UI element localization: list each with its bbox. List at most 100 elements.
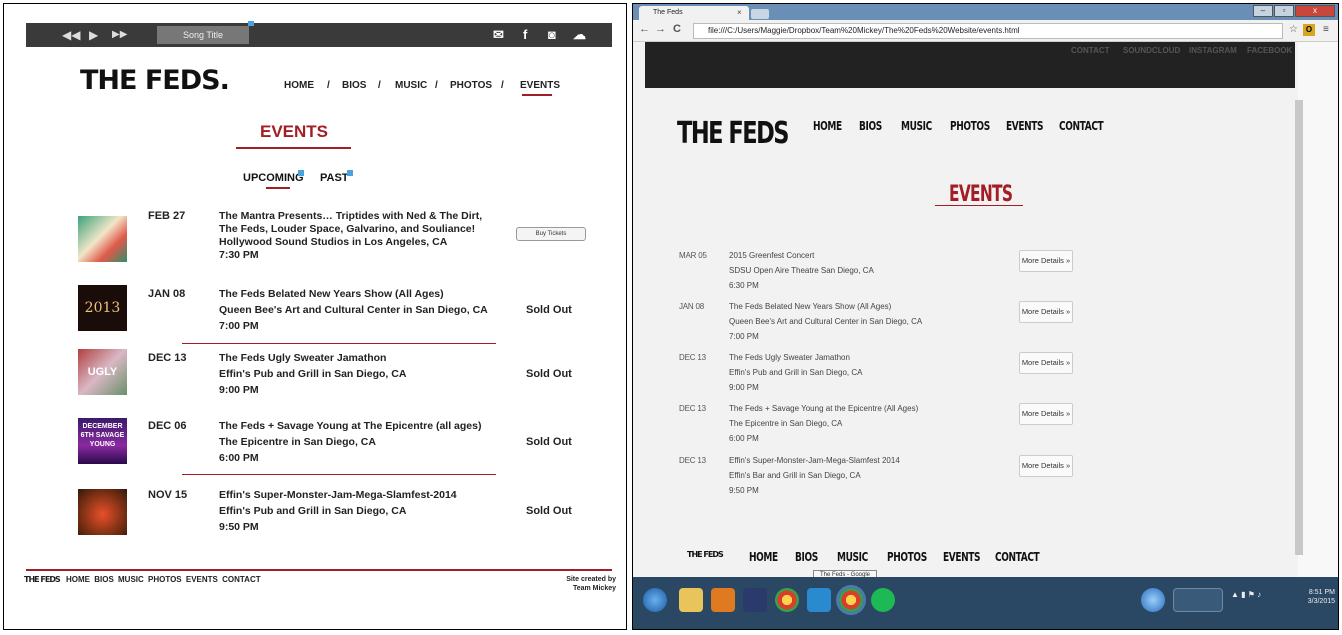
event-time: 6:00 PM — [729, 434, 759, 443]
event-venue: Effin's Pub and Grill in San Diego, CA — [729, 368, 863, 377]
footer-nav-home[interactable]: HOME — [749, 550, 778, 564]
close-tab-icon[interactable]: × — [737, 6, 742, 20]
mockup-panel: ◀◀ ▶ ▶▶ Song Title ✉ f ◙ ☁ THE FEDS. HOM… — [3, 3, 627, 630]
footer-links[interactable]: HOME BIOS MUSIC PHOTOS EVENTS CONTACT — [66, 575, 261, 584]
event-time: 9:00 PM — [729, 383, 759, 392]
topbar-link[interactable]: FACEBOOK — [1247, 46, 1292, 55]
footer-logo[interactable]: THE FEDS — [687, 550, 724, 559]
nav-bios[interactable]: BIOS — [342, 80, 366, 91]
nav-photos[interactable]: PHOTOS — [950, 119, 990, 133]
explorer-icon[interactable] — [679, 588, 703, 612]
soundcloud-icon[interactable]: ☁ — [573, 26, 586, 44]
instagram-icon[interactable]: ◙ — [548, 26, 556, 44]
system-tray-icons[interactable]: ▲ ▮ ⚑ ♪ — [1231, 590, 1261, 599]
event-time: 9:50 PM — [729, 486, 759, 495]
event-title: The Feds Belated New Years Show (All Age… — [729, 302, 892, 311]
start-button[interactable] — [643, 588, 667, 612]
nav-music[interactable]: MUSIC — [901, 119, 932, 133]
tab-marker — [298, 170, 304, 176]
footer-nav-contact[interactable]: CONTACT — [995, 550, 1040, 564]
spotify-icon[interactable] — [871, 588, 895, 612]
tab-upcoming[interactable]: UPCOMING — [243, 172, 304, 184]
event-date: DEC 13 — [679, 353, 706, 362]
event-time: 7:30 PM — [219, 249, 259, 261]
nav-bios[interactable]: BIOS — [859, 119, 882, 133]
tab-past[interactable]: PAST — [320, 172, 349, 184]
back-icon[interactable]: ← — [639, 23, 650, 35]
footer-nav-photos[interactable]: PHOTOS — [887, 550, 927, 564]
site-logo[interactable]: THE FEDS. — [80, 65, 230, 96]
bookmark-star-icon[interactable]: ☆ — [1289, 24, 1298, 35]
app-icon[interactable] — [743, 588, 767, 612]
nav-home[interactable]: HOME — [284, 80, 314, 91]
nav-events[interactable]: EVENTS — [1006, 119, 1044, 133]
more-details-button[interactable]: More Details » — [1019, 301, 1073, 323]
topbar-link[interactable]: CONTACT — [1071, 46, 1110, 55]
play-icon[interactable]: ▶ — [89, 27, 98, 43]
facebook-icon[interactable]: f — [523, 26, 527, 44]
title-underline — [236, 147, 351, 149]
previous-icon[interactable]: ◀◀ — [62, 27, 80, 43]
more-details-button[interactable]: More Details » — [1019, 455, 1073, 477]
page-title: EVENTS — [259, 122, 329, 141]
next-icon[interactable]: ▶▶ — [112, 27, 127, 43]
progress-marker[interactable] — [248, 21, 254, 26]
event-date: DEC 13 — [679, 456, 706, 465]
new-tab-button[interactable] — [751, 9, 769, 19]
event-thumbnail[interactable]: DECEMBER 6TH SAVAGE YOUNG — [78, 418, 127, 464]
signal-indicator[interactable] — [1173, 588, 1223, 612]
more-details-button[interactable]: More Details » — [1019, 403, 1073, 425]
app-icon[interactable] — [807, 588, 831, 612]
event-thumbnail[interactable] — [78, 489, 127, 535]
more-details-button[interactable]: More Details » — [1019, 352, 1073, 374]
event-thumbnail[interactable]: 2013 — [78, 285, 127, 331]
event-venue: Effin's Pub and Grill in San Diego, CA — [219, 368, 407, 380]
footer-nav-events[interactable]: EVENTS — [943, 550, 981, 564]
reload-icon[interactable]: C — [673, 23, 681, 35]
divider — [182, 474, 496, 475]
event-time: 6:30 PM — [729, 281, 759, 290]
event-title: The Feds + Savage Young at The Epicentre… — [219, 420, 482, 432]
event-thumbnail[interactable] — [78, 216, 127, 262]
nav-events[interactable]: EVENTS — [520, 80, 560, 91]
mail-icon[interactable]: ✉ — [493, 26, 504, 44]
nav-separator: / — [501, 80, 504, 91]
url-input[interactable]: file:///C:/Users/Maggie/Dropbox/Team%20M… — [693, 23, 1283, 39]
sold-out-label: Sold Out — [526, 304, 572, 316]
chrome-icon[interactable] — [775, 588, 799, 612]
event-date: JAN 08 — [148, 288, 186, 300]
menu-icon[interactable]: ≡ — [1323, 24, 1329, 35]
footer-nav-music[interactable]: MUSIC — [837, 550, 868, 564]
event-title: The Feds Ugly Sweater Jamathon — [729, 353, 850, 362]
credit-line: Site created by — [566, 576, 616, 583]
app-icon[interactable] — [1141, 588, 1165, 612]
app-icon[interactable] — [711, 588, 735, 612]
chrome-icon-active[interactable] — [839, 588, 863, 612]
browser-tab[interactable]: The Feds — [639, 6, 749, 20]
forward-icon[interactable]: → — [655, 23, 666, 35]
event-thumbnail[interactable]: UGLY — [78, 349, 127, 395]
nav-separator: / — [327, 80, 330, 91]
event-time: 6:00 PM — [219, 452, 259, 464]
nav-music[interactable]: MUSIC — [395, 80, 427, 91]
maximize-button[interactable]: ▫ — [1274, 5, 1294, 17]
close-window-button[interactable]: x — [1295, 5, 1335, 17]
footer-logo[interactable]: THE FEDS — [24, 575, 61, 584]
site-logo[interactable]: THE FEDS — [677, 116, 790, 151]
nav-photos[interactable]: PHOTOS — [450, 80, 492, 91]
extension-icon[interactable]: O — [1303, 24, 1315, 36]
minimize-button[interactable]: – — [1253, 5, 1273, 17]
music-player-bar: ◀◀ ▶ ▶▶ Song Title ✉ f ◙ ☁ — [26, 21, 612, 47]
nav-home[interactable]: HOME — [813, 119, 842, 133]
topbar-link[interactable]: INSTAGRAM — [1189, 46, 1237, 55]
scrollbar-track[interactable] — [1298, 42, 1338, 577]
footer-nav-bios[interactable]: BIOS — [795, 550, 818, 564]
system-clock[interactable]: 8:51 PM 3/3/2015 — [1305, 588, 1335, 606]
scrollbar-thumb[interactable] — [1295, 100, 1303, 555]
more-details-button[interactable]: More Details » — [1019, 250, 1073, 272]
tab-marker — [347, 170, 353, 176]
event-title: Effin's Super-Monster-Jam-Mega-Slamfest … — [729, 456, 900, 465]
topbar-link[interactable]: SOUNDCLOUD — [1123, 46, 1180, 55]
nav-contact[interactable]: CONTACT — [1059, 119, 1104, 133]
buy-tickets-button[interactable]: Buy Tickets — [516, 227, 586, 241]
